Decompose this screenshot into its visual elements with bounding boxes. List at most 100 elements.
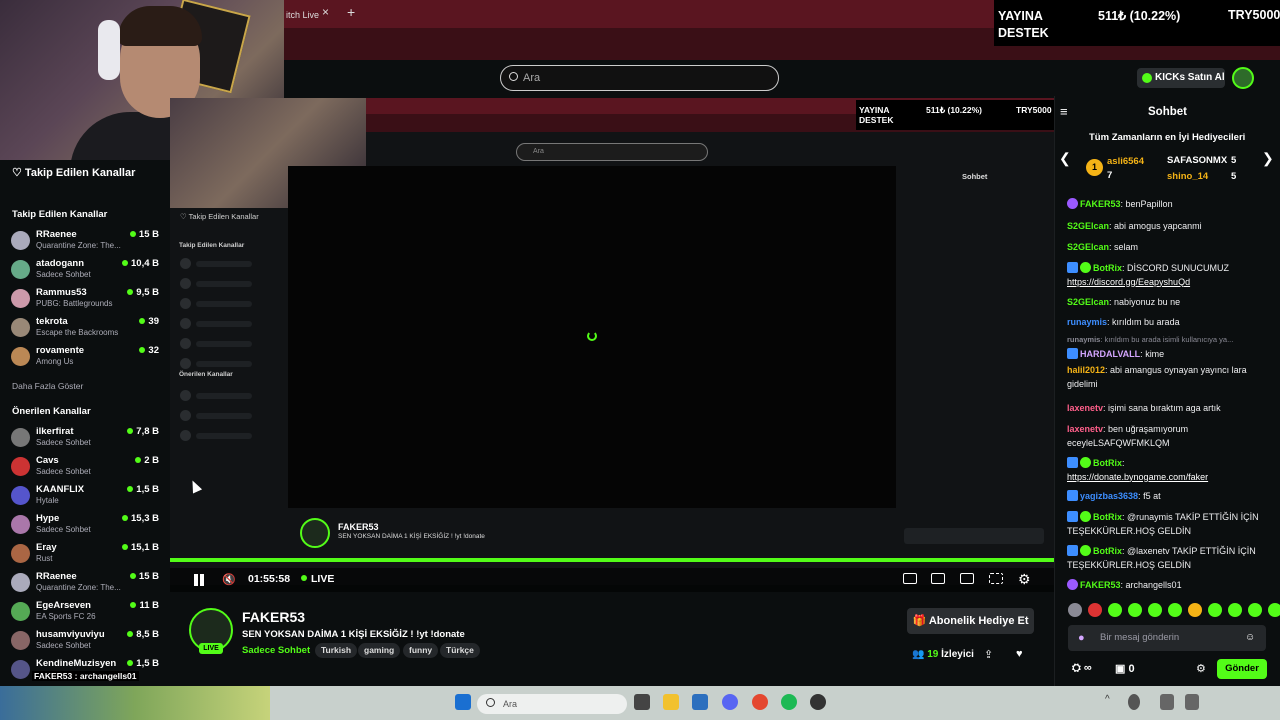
chat-username[interactable]: BotRix <box>1093 546 1122 556</box>
gifter-name[interactable]: asli6564 <box>1107 156 1144 167</box>
chat-input[interactable]: Bir mesaj gönderin <box>1068 625 1266 651</box>
emoji-icon[interactable]: ☺ <box>1245 632 1255 643</box>
channel-avatar <box>11 318 30 337</box>
chrome-icon[interactable] <box>752 694 768 710</box>
send-button[interactable]: Gönder <box>1217 659 1267 679</box>
stream-video[interactable]: YAYINA DESTEK 511₺ (10.22%) TRY5000 Ara ♡… <box>170 98 1054 585</box>
spotify-icon[interactable] <box>781 694 797 710</box>
chat-username[interactable]: yagizbas3638 <box>1080 491 1138 501</box>
app-icon[interactable] <box>810 694 826 710</box>
collapse-chat-icon[interactable]: ≡ <box>1060 104 1068 119</box>
chat-text: benPapillon <box>1125 199 1173 209</box>
gift-subscription-button[interactable]: 🎁 Abonelik Hediye Et <box>907 608 1034 634</box>
follow-icon[interactable]: ♥ <box>1016 648 1023 660</box>
chat-username[interactable]: S2GElcan <box>1067 297 1109 307</box>
stream-tag[interactable]: Türkçe <box>440 643 480 658</box>
tab-close-icon[interactable]: × <box>322 5 329 19</box>
emote-button[interactable] <box>1228 603 1242 617</box>
file-explorer-icon[interactable] <box>663 694 679 710</box>
chat-username[interactable]: laxenetv <box>1067 424 1103 434</box>
tray-icon[interactable] <box>1128 694 1140 710</box>
gifter-name[interactable]: SAFASONMX <box>1167 155 1227 166</box>
emote-button[interactable] <box>1088 603 1102 617</box>
clip-icon[interactable] <box>931 573 945 584</box>
task-view-icon[interactable] <box>634 694 650 710</box>
mute-icon[interactable]: 🔇 <box>222 573 236 586</box>
network-icon[interactable] <box>1160 694 1174 710</box>
search-input[interactable]: Ara <box>500 65 779 91</box>
emote-button[interactable] <box>1168 603 1182 617</box>
tray-chevron-icon[interactable]: ^ <box>1105 694 1115 710</box>
taskbar-search[interactable]: Ara <box>477 694 627 714</box>
chat-username[interactable]: S2GElcan <box>1067 221 1109 231</box>
sidebar-channel[interactable]: EgeArseven EA Sports FC 26 11 B <box>0 599 170 628</box>
placeholder-line <box>196 301 252 307</box>
sidebar-channel[interactable]: husamviyuviyu Sadece Sohbet 8,5 B <box>0 628 170 657</box>
new-tab-icon[interactable]: + <box>347 4 355 20</box>
placeholder-line <box>196 281 252 287</box>
share-icon[interactable]: ⇪ <box>984 648 993 661</box>
discord-icon[interactable] <box>722 694 738 710</box>
fullscreen-icon[interactable] <box>989 573 1003 584</box>
sidebar-channel[interactable]: RRaenee Quarantine Zone: The... 15 B <box>0 570 170 599</box>
sidebar-channel[interactable]: tekrota Escape the Backrooms 39 <box>0 315 170 344</box>
browser-tab[interactable]: itch Live <box>284 4 344 26</box>
sidebar-channel[interactable]: atadogann Sadece Sohbet 10,4 B <box>0 257 170 286</box>
emote-button[interactable] <box>1108 603 1122 617</box>
emote-button[interactable] <box>1188 603 1202 617</box>
chat-username[interactable]: FAKER53 <box>1080 199 1121 209</box>
sidebar-channel[interactable]: Cavs Sadece Sohbet 2 B <box>0 454 170 483</box>
emote-button[interactable] <box>1068 603 1082 617</box>
emote-button[interactable] <box>1148 603 1162 617</box>
sidebar-channel[interactable]: Hype Sadece Sohbet 15,3 B <box>0 512 170 541</box>
show-more-link[interactable]: Daha Fazla Göster <box>12 381 83 391</box>
chat-username[interactable]: FAKER53 <box>1080 580 1121 590</box>
sidebar-channel[interactable]: RRaenee Quarantine Zone: The... 15 B <box>0 228 170 257</box>
pip-icon[interactable] <box>903 573 917 584</box>
chat-username[interactable]: halil2012 <box>1067 365 1105 375</box>
sidebar-header: ♡ Takip Edilen Kanallar <box>12 167 136 179</box>
sidebar-channel[interactable]: Rammus53 PUBG: Battlegrounds 9,5 B <box>0 286 170 315</box>
chat-link[interactable]: https://donate.bynogame.com/faker <box>1067 472 1208 482</box>
chat-username[interactable]: runaymis <box>1067 317 1107 327</box>
stream-tag[interactable]: gaming <box>358 643 401 658</box>
chat-username[interactable]: laxenetv <box>1067 403 1103 413</box>
pause-button[interactable] <box>193 574 205 586</box>
theater-mode-icon[interactable] <box>960 573 974 584</box>
stream-tag[interactable]: funny <box>403 643 439 658</box>
emote-button[interactable] <box>1248 603 1262 617</box>
chevron-right-icon[interactable]: ❯ <box>1262 150 1274 167</box>
sidebar-channel[interactable]: ilkerfirat Sadece Sohbet 7,8 B <box>0 425 170 454</box>
streamer-name[interactable]: FAKER53 <box>242 609 305 625</box>
microphone-icon[interactable]: ● <box>1078 632 1085 644</box>
chat-link[interactable]: https://discord.gg/EeapyshuQd <box>1067 277 1190 287</box>
sidebar-channel[interactable]: KAANFLIX Hytale 1,5 B <box>0 483 170 512</box>
chat-settings-icon[interactable]: ⚙ <box>1196 662 1206 675</box>
settings-gear-icon[interactable]: ⚙ <box>1018 571 1031 588</box>
chat-username[interactable]: S2GElcan <box>1067 242 1109 252</box>
avatar[interactable] <box>1232 67 1254 89</box>
sidebar-channel[interactable]: Eray Rust 15,1 B <box>0 541 170 570</box>
windows-start-icon[interactable] <box>455 694 471 710</box>
chat-username[interactable]: BotRix <box>1093 263 1122 273</box>
stream-tag[interactable]: Turkish <box>315 643 358 658</box>
channel-avatar <box>11 573 30 592</box>
emote-button[interactable] <box>1128 603 1142 617</box>
gifter-name[interactable]: shino_14 <box>1167 171 1208 182</box>
chat-username[interactable]: HARDALVALL <box>1080 349 1140 359</box>
chat-username[interactable]: runaymis <box>1067 335 1100 344</box>
chevron-left-icon[interactable]: ❮ <box>1059 150 1071 167</box>
buy-kicks-button[interactable]: KICKs Satın Al <box>1137 68 1225 88</box>
chat-username[interactable]: BotRix <box>1093 458 1122 468</box>
stream-category[interactable]: Sadece Sohbet <box>242 645 310 656</box>
chat-username[interactable]: BotRix <box>1093 512 1122 522</box>
sidebar-channel[interactable]: rovamente Among Us 32 <box>0 344 170 373</box>
kicks-icon <box>1142 73 1152 83</box>
emote-button[interactable] <box>1208 603 1222 617</box>
emote-button[interactable] <box>1268 603 1280 617</box>
store-icon[interactable] <box>692 694 708 710</box>
chat-message: runaymis: kırıldım bu arada <box>1067 317 1180 327</box>
chat-counter[interactable]: ▣ 0 <box>1115 662 1135 675</box>
chat-points[interactable]: ⛭ ∞ <box>1072 662 1092 675</box>
volume-icon[interactable] <box>1185 694 1199 710</box>
